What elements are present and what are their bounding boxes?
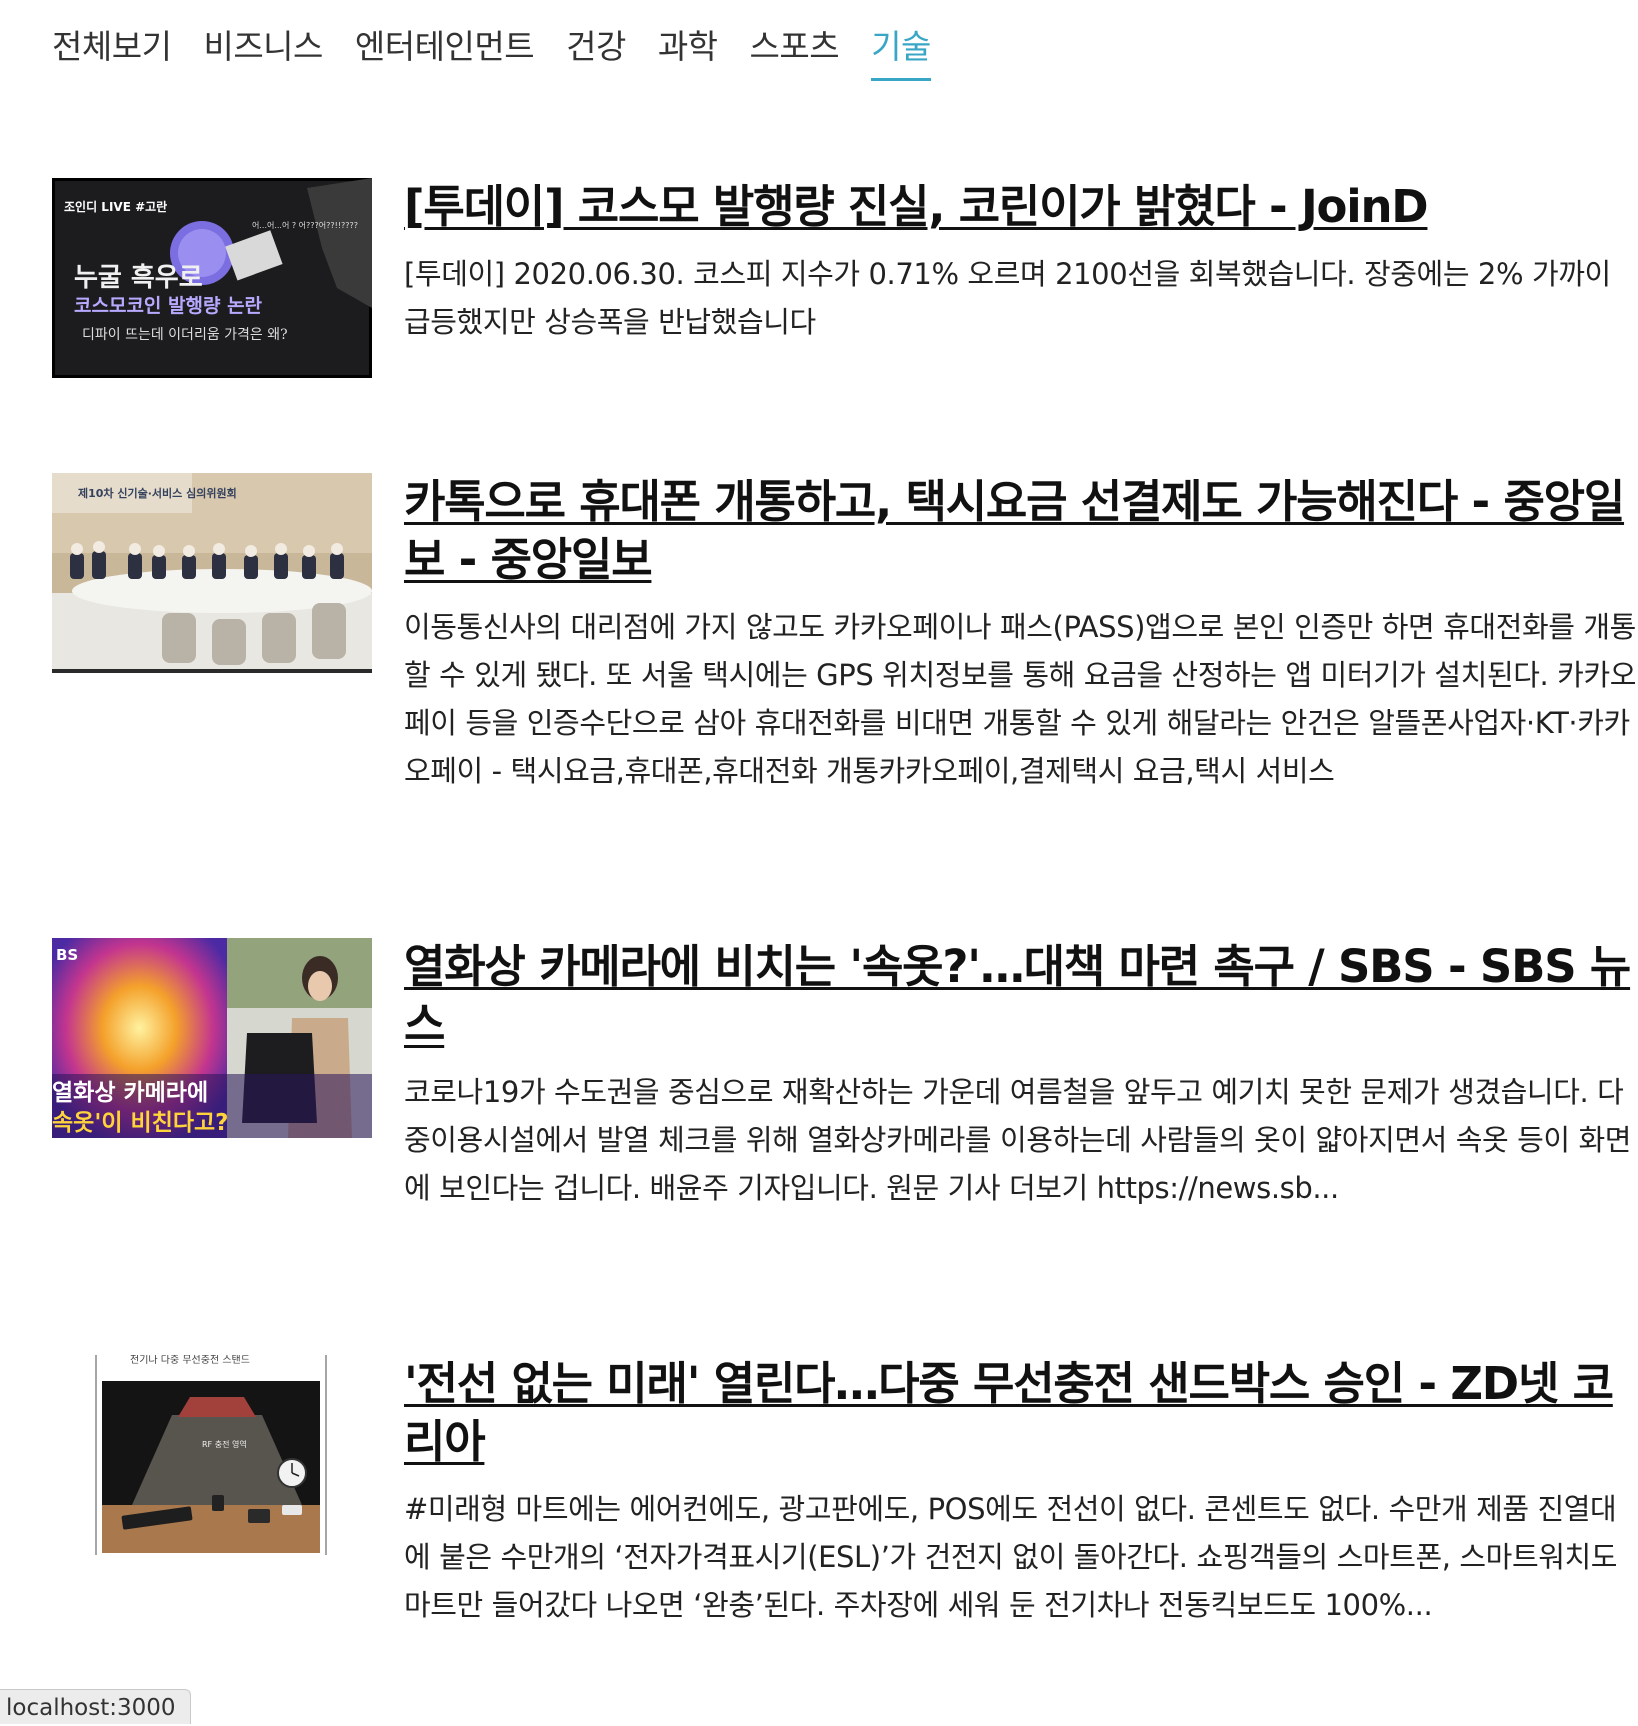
article-thumbnail[interactable]: 전기나 다중 무선충전 스탠드 RF 충전 영역	[52, 1355, 372, 1555]
article-thumbnail[interactable]: 제10차 신기술·서비스 심의위원회	[52, 473, 372, 673]
category-nav: 전체보기 비즈니스 엔터테인먼트 건강 과학 스포츠 기술	[52, 20, 931, 81]
article-title-link[interactable]: [투데이] 코스모 발행량 진실, 코린이가 밝혔다 - JoinD	[404, 178, 1638, 236]
article-title-link[interactable]: '전선 없는 미래' 열린다…다중 무선충전 샌드박스 승인 - ZD넷 코리아	[404, 1355, 1638, 1471]
tab-health[interactable]: 건강	[566, 20, 626, 81]
svg-text:제10차 신기술·서비스 심의위원회: 제10차 신기술·서비스 심의위원회	[78, 486, 237, 500]
svg-text:속옷'이 비친다고?: 속옷'이 비친다고?	[52, 1110, 229, 1136]
article-content: 열화상 카메라에 비치는 '속옷?'…대책 마련 촉구 / SBS - SBS …	[404, 938, 1638, 1212]
svg-text:디파이 뜨는데 이더리움 가격은 왜?: 디파이 뜨는데 이더리움 가격은 왜?	[82, 327, 288, 343]
article-content: [투데이] 코스모 발행량 진실, 코린이가 밝혔다 - JoinD [투데이]…	[404, 178, 1638, 346]
article-content: '전선 없는 미래' 열린다…다중 무선충전 샌드박스 승인 - ZD넷 코리아…	[404, 1355, 1638, 1629]
svg-text:조인디 LIVE #고란: 조인디 LIVE #고란	[64, 199, 167, 214]
article-description: [투데이] 2020.06.30. 코스피 지수가 0.71% 오르며 2100…	[404, 257, 1611, 339]
status-bar-url: localhost:3000	[0, 1689, 191, 1724]
tab-sports[interactable]: 스포츠	[750, 20, 840, 81]
svg-text:열화상 카메라에: 열화상 카메라에	[52, 1080, 208, 1106]
article-description: #미래형 마트에는 에어컨에도, 광고판에도, POS에도 전선이 없다. 콘센…	[404, 1492, 1618, 1622]
tab-technology[interactable]: 기술	[871, 20, 931, 81]
tab-business[interactable]: 비즈니스	[203, 20, 323, 81]
tab-all[interactable]: 전체보기	[52, 20, 172, 81]
article-thumbnail[interactable]: 조인디 LIVE #고란 어...어...어 ? 어???어??!!???? 누…	[52, 178, 372, 378]
tab-science[interactable]: 과학	[658, 20, 718, 81]
article-description: 이동통신사의 대리점에 가지 않고도 카카오페이나 패스(PASS)앱으로 본인…	[404, 610, 1637, 788]
svg-text:RF 충전 영역: RF 충전 영역	[202, 1439, 247, 1449]
article-content: 카톡으로 휴대폰 개통하고, 택시요금 선결제도 가능해진다 - 중앙일보 - …	[404, 473, 1638, 795]
svg-text:전기나 다중 무선충전 스탠드: 전기나 다중 무선충전 스탠드	[130, 1355, 250, 1366]
svg-text:BS: BS	[56, 946, 78, 964]
svg-text:코스모코인 발행량 논란: 코스모코인 발행량 논란	[74, 295, 263, 317]
article-description: 코로나19가 수도권을 중심으로 재확산하는 가운데 여름철을 앞두고 예기치 …	[404, 1075, 1632, 1205]
svg-text:어...어...어 ? 어???어??!!????: 어...어...어 ? 어???어??!!????	[252, 220, 358, 230]
article-title-link[interactable]: 열화상 카메라에 비치는 '속옷?'…대책 마련 촉구 / SBS - SBS …	[404, 938, 1638, 1054]
svg-text:누굴 흑우로: 누굴 흑우로	[74, 263, 203, 293]
article-title-link[interactable]: 카톡으로 휴대폰 개통하고, 택시요금 선결제도 가능해진다 - 중앙일보 - …	[404, 473, 1638, 589]
tab-entertainment[interactable]: 엔터테인먼트	[355, 20, 535, 81]
article-thumbnail[interactable]: BS 열화상 카메라에 속옷'이 비친다고?	[52, 938, 372, 1138]
